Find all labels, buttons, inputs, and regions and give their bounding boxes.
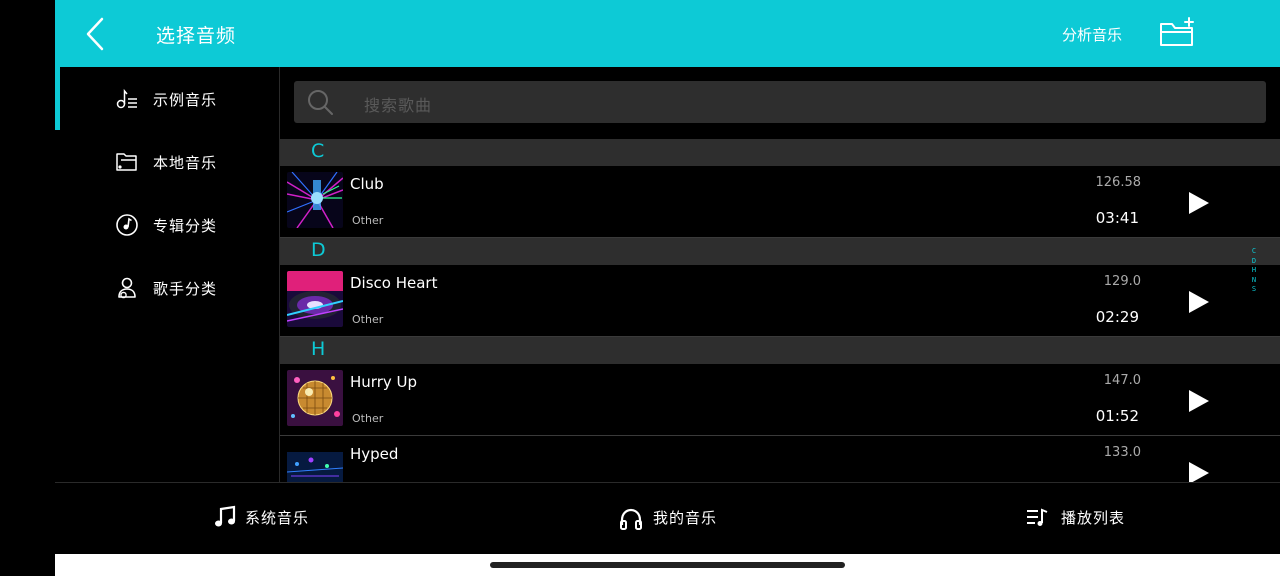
song-bpm: 126.58 xyxy=(1095,175,1142,190)
playlist-icon xyxy=(1027,508,1048,526)
music-sample-icon xyxy=(116,88,137,109)
tab-my-music[interactable]: 我的音乐 xyxy=(615,483,755,553)
app-window: 选择音频 分析音乐 示例音乐 本地音乐 专辑分类 歌手分类 搜索歌曲 C Clu… xyxy=(55,0,1280,576)
song-duration: 01:52 xyxy=(1095,407,1139,425)
sidebar-item-label: 专辑分类 xyxy=(153,217,218,235)
sidebar-item-label: 歌手分类 xyxy=(153,280,218,298)
home-bar-area xyxy=(55,554,1280,576)
song-cover xyxy=(287,370,343,426)
section-header-h: H xyxy=(280,337,1280,364)
sidebar-item-singer[interactable]: 歌手分类 xyxy=(55,256,279,319)
alpha-index-letter[interactable]: H xyxy=(1248,266,1260,276)
song-name: Disco Heart xyxy=(350,274,438,292)
song-duration: 02:29 xyxy=(1095,308,1139,326)
search-placeholder: 搜索歌曲 xyxy=(364,96,433,115)
tab-playlist[interactable]: 播放列表 xyxy=(1025,483,1165,553)
singer-icon xyxy=(118,277,136,299)
back-button[interactable] xyxy=(80,14,116,54)
music-note-icon xyxy=(215,505,236,527)
play-icon[interactable] xyxy=(1186,388,1212,414)
play-icon[interactable] xyxy=(1186,190,1212,216)
song-name: Hyped xyxy=(350,445,399,463)
song-category: Other xyxy=(352,412,384,425)
folder-add-icon xyxy=(1160,17,1194,46)
sidebar-item-label: 本地音乐 xyxy=(153,154,218,172)
alpha-index-letter[interactable]: S xyxy=(1248,285,1260,295)
local-folder-icon xyxy=(116,153,137,171)
add-folder-button[interactable] xyxy=(1158,15,1198,51)
tab-label: 我的音乐 xyxy=(653,509,718,527)
home-indicator[interactable] xyxy=(490,562,845,568)
tab-label: 播放列表 xyxy=(1061,509,1126,527)
search-icon xyxy=(308,90,333,115)
song-bpm: 133.0 xyxy=(1103,445,1141,460)
analyze-music-button[interactable]: 分析音乐 xyxy=(1062,24,1122,45)
song-name: Hurry Up xyxy=(350,373,418,391)
song-row-hyped[interactable]: Hyped 133.0 xyxy=(280,436,1280,482)
song-cover xyxy=(287,271,343,327)
tab-label: 系统音乐 xyxy=(245,509,310,527)
alphabet-index[interactable]: C D H N S xyxy=(1248,247,1260,295)
song-row-hurry-up[interactable]: Hurry Up Other 147.0 01:52 xyxy=(280,364,1280,436)
bottom-tab-bar: 系统音乐 我的音乐 播放列表 xyxy=(55,482,1280,555)
play-icon[interactable] xyxy=(1186,289,1212,315)
song-cover xyxy=(287,442,343,482)
chevron-left-icon xyxy=(86,17,104,51)
section-letter: C xyxy=(311,140,325,162)
song-category: Other xyxy=(352,214,384,227)
song-list-panel: 搜索歌曲 C Club Other 126.58 03:41 D Disco H… xyxy=(280,67,1280,482)
play-icon[interactable] xyxy=(1186,460,1212,482)
search-input[interactable]: 搜索歌曲 xyxy=(294,81,1266,123)
sidebar-item-local-music[interactable]: 本地音乐 xyxy=(55,130,279,193)
song-category: Other xyxy=(352,313,384,326)
section-header-c: C xyxy=(280,139,1280,166)
section-letter: D xyxy=(311,239,326,261)
category-sidebar: 示例音乐 本地音乐 专辑分类 歌手分类 xyxy=(55,67,280,482)
alpha-index-letter[interactable]: N xyxy=(1248,276,1260,286)
section-header-d: D xyxy=(280,238,1280,265)
sidebar-item-sample-music[interactable]: 示例音乐 xyxy=(55,67,279,130)
tab-system-music[interactable]: 系统音乐 xyxy=(205,483,345,553)
song-bpm: 147.0 xyxy=(1103,373,1141,388)
sidebar-item-album[interactable]: 专辑分类 xyxy=(55,193,279,256)
song-duration: 03:41 xyxy=(1095,209,1139,227)
headphones-icon xyxy=(620,508,642,530)
song-cover xyxy=(287,172,343,228)
song-bpm: 129.0 xyxy=(1103,274,1141,289)
sidebar-item-label: 示例音乐 xyxy=(153,91,218,109)
song-row-club[interactable]: Club Other 126.58 03:41 xyxy=(280,166,1280,238)
page-title: 选择音频 xyxy=(156,25,237,47)
top-bar: 选择音频 分析音乐 xyxy=(55,0,1280,67)
song-row-disco-heart[interactable]: Disco Heart Other 129.0 02:29 xyxy=(280,265,1280,337)
section-letter: H xyxy=(311,338,326,360)
song-name: Club xyxy=(350,175,384,193)
alpha-index-letter[interactable]: C xyxy=(1248,247,1260,257)
alpha-index-letter[interactable]: D xyxy=(1248,257,1260,267)
album-disc-icon xyxy=(116,214,138,236)
